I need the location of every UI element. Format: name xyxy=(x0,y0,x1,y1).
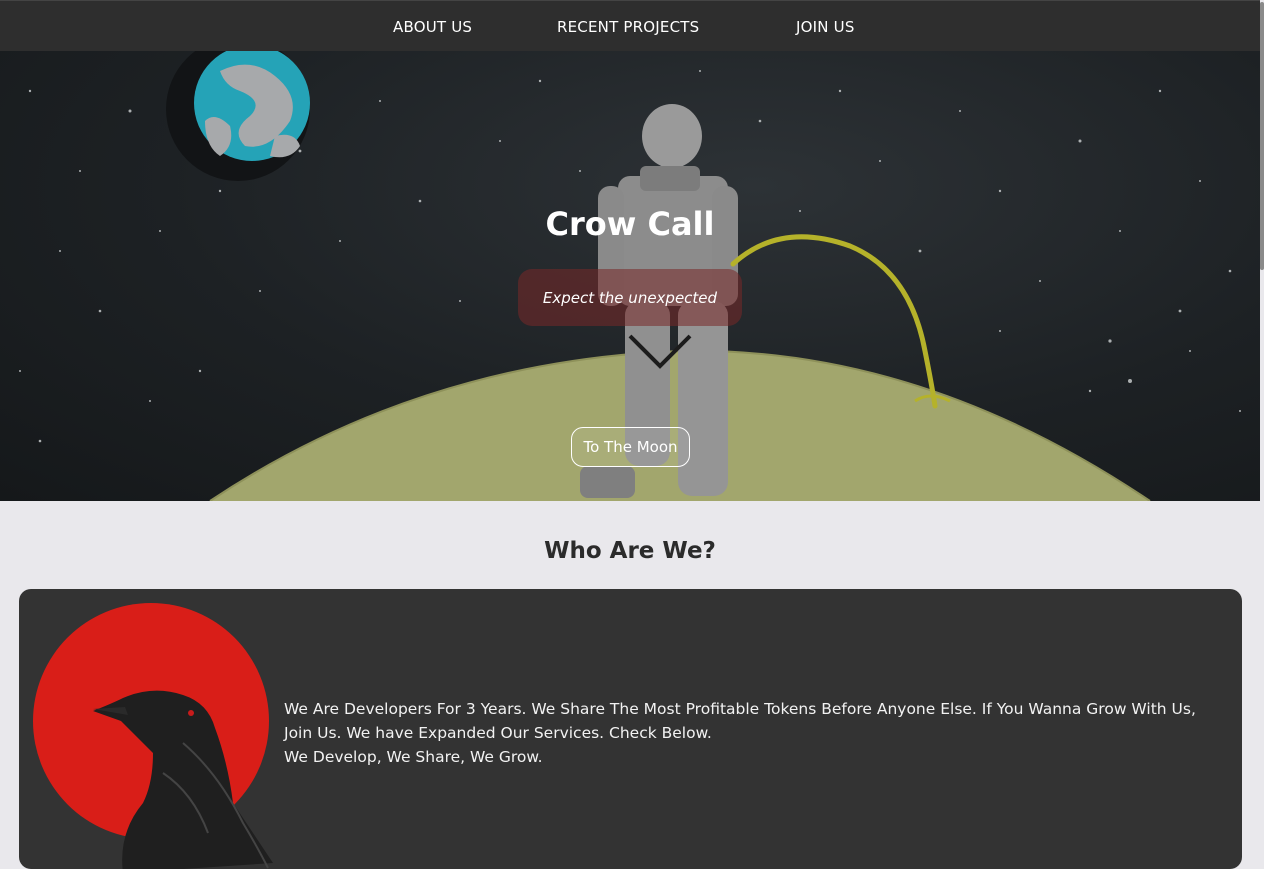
to-the-moon-button[interactable]: To The Moon xyxy=(571,427,690,467)
nav-about-us[interactable]: ABOUT US xyxy=(393,18,472,36)
top-navbar: ABOUT US RECENT PROJECTS JOIN US xyxy=(0,0,1260,51)
section-title: Who Are We? xyxy=(544,538,716,564)
hero-tagline: Expect the unexpected xyxy=(542,289,718,307)
page-scrollbar[interactable] xyxy=(1260,0,1264,845)
scrollbar-thumb[interactable] xyxy=(1260,2,1264,270)
hero-title: Crow Call xyxy=(545,205,715,243)
hero-banner: Crow Call Expect the unexpected To The M… xyxy=(0,51,1260,501)
about-text-line-1: We Are Developers For 3 Years. We Share … xyxy=(284,700,1196,742)
earth-planet xyxy=(166,51,310,181)
about-description: We Are Developers For 3 Years. We Share … xyxy=(284,697,1224,769)
about-text-line-2: We Develop, We Share, We Grow. xyxy=(284,748,543,766)
nav-join-us[interactable]: JOIN US xyxy=(796,18,855,36)
about-card: We Are Developers For 3 Years. We Share … xyxy=(19,589,1242,869)
crow-illustration xyxy=(33,603,273,869)
nav-recent-projects[interactable]: RECENT PROJECTS xyxy=(557,18,699,36)
